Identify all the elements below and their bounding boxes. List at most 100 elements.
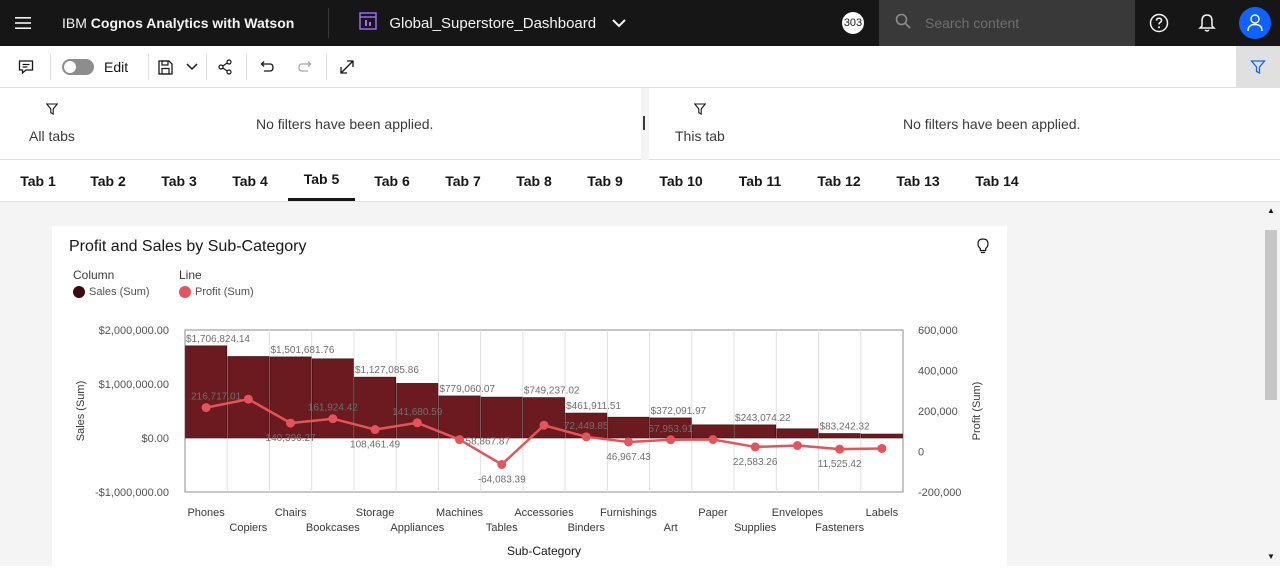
chevron-down-icon[interactable]: [612, 15, 626, 32]
sales-data-label: $1,127,085.86: [355, 365, 419, 376]
tab-9[interactable]: Tab 9: [577, 160, 633, 201]
brand-name: Cognos Analytics with Watson: [90, 15, 295, 31]
this-tab-filter-pane[interactable]: This tab No filters have been applied.: [649, 88, 1280, 160]
dashboard-tabs: Tab 1 Tab 2 Tab 3 Tab 4 Tab 5 Tab 6 Tab …: [0, 160, 1280, 202]
x-axis-category-label: Furnishings: [600, 507, 657, 519]
profit-point: [539, 420, 549, 430]
expand-icon[interactable]: [332, 46, 362, 88]
y2-axis-tick-label: 600,000: [918, 325, 958, 337]
sales-bar: [776, 428, 819, 439]
profit-point: [877, 443, 887, 453]
user-icon: [1239, 7, 1271, 39]
tab-10[interactable]: Tab 10: [650, 160, 712, 201]
x-axis-category-label: Labels: [866, 507, 899, 519]
sales-bar: [311, 358, 354, 439]
all-tabs-filter-pane[interactable]: All tabs No filters have been applied.: [0, 88, 641, 160]
tab-13[interactable]: Tab 13: [887, 160, 949, 201]
profit-data-label: 216,717.01: [191, 392, 241, 403]
dashboard-icon: [359, 12, 378, 34]
app-title: IBM Cognos Analytics with Watson: [62, 15, 294, 31]
scroll-up-arrow-icon[interactable]: ▲: [1267, 206, 1275, 215]
y2-axis-tick-label: 0: [918, 447, 924, 459]
x-axis-category-label: Phones: [187, 507, 225, 519]
notification-bell-icon[interactable]: [1184, 0, 1230, 46]
y-axis-tick-label: $1,000,000.00: [99, 379, 169, 391]
y2-axis-tick-label: 200,000: [918, 406, 958, 418]
edit-toggle[interactable]: Edit: [62, 46, 142, 88]
profit-data-label: 161,924.42: [308, 403, 358, 414]
undo-icon[interactable]: [252, 46, 280, 88]
dashboard-toolbar: Edit: [0, 46, 1280, 88]
tab-6[interactable]: Tab 6: [364, 160, 420, 201]
profit-point: [792, 441, 802, 451]
y-axis-tick-label: $0.00: [141, 433, 169, 445]
filter-icon: [45, 102, 59, 120]
dashboard-name: Global_Superstore_Dashboard: [389, 14, 597, 32]
x-axis-category-label: Chairs: [275, 507, 307, 519]
profit-point: [623, 437, 633, 447]
bottom-strip: [0, 566, 1280, 574]
search-icon: [895, 13, 911, 34]
share-icon[interactable]: [210, 46, 240, 88]
tab-1[interactable]: Tab 1: [10, 160, 66, 201]
dashboard-selector[interactable]: Global_Superstore_Dashboard: [359, 12, 626, 34]
hamburger-menu-icon[interactable]: [0, 0, 46, 46]
tab-3[interactable]: Tab 3: [151, 160, 207, 201]
sales-bar: [523, 397, 565, 439]
y2-axis-tick-label: -200,000: [918, 487, 961, 499]
sales-data-label: $372,091.97: [651, 406, 707, 417]
profit-data-label: 58,867.87: [466, 437, 511, 448]
sales-bar: [818, 433, 861, 439]
filter-pane-splitter[interactable]: [641, 88, 649, 160]
search-input[interactable]: [925, 15, 1125, 31]
tab-11[interactable]: Tab 11: [729, 160, 791, 201]
scroll-down-arrow-icon[interactable]: ▼: [1267, 552, 1275, 561]
sales-data-label: $243,074.22: [735, 413, 791, 424]
profit-point: [835, 444, 845, 454]
tab-5[interactable]: Tab 5: [288, 160, 355, 201]
help-icon[interactable]: [1136, 0, 1182, 46]
save-menu-chevron-icon[interactable]: [180, 46, 204, 88]
tab-8[interactable]: Tab 8: [506, 160, 562, 201]
profit-point: [412, 418, 422, 428]
scrollbar-thumb[interactable]: [1265, 230, 1277, 400]
header-divider: [328, 8, 330, 38]
profit-point: [455, 435, 465, 445]
redo-icon[interactable]: [292, 46, 320, 88]
profit-data-label: -64,083.39: [478, 474, 526, 485]
x-axis-category-label: Copiers: [229, 522, 267, 534]
profit-data-label: 140,396.27: [266, 433, 316, 444]
this-tab-no-filters-message: No filters have been applied.: [903, 116, 1081, 132]
profit-data-label: 141,680.59: [392, 407, 442, 418]
comment-icon[interactable]: [8, 46, 44, 88]
sales-data-label: $779,060.07: [439, 384, 495, 395]
tab-4[interactable]: Tab 4: [222, 160, 278, 201]
sales-bar: [438, 395, 481, 439]
chart-widget[interactable]: Profit and Sales by Sub-Category Column …: [52, 226, 1007, 566]
tab-2[interactable]: Tab 2: [80, 160, 136, 201]
toolbar-separator: [148, 54, 149, 80]
profit-data-label: 11,525.42: [818, 459, 862, 470]
sales-data-label: $1,501,681.76: [270, 345, 334, 356]
tab-12[interactable]: Tab 12: [808, 160, 870, 201]
edit-toggle-switch[interactable]: [62, 59, 94, 75]
x-axis-category-label: Binders: [568, 522, 606, 534]
profit-data-label: 108,461.49: [350, 440, 400, 451]
sales-bar: [860, 433, 903, 439]
search-box: [879, 0, 1135, 46]
canvas-scrollbar[interactable]: ▲ ▼: [1262, 202, 1280, 566]
profit-point: [201, 403, 211, 413]
profit-point: [497, 459, 507, 469]
notification-count-badge[interactable]: 303: [842, 12, 864, 34]
all-tabs-label: All tabs: [29, 128, 75, 144]
sales-data-label: $749,237.02: [524, 386, 580, 397]
x-axis-category-label: Appliances: [390, 522, 444, 534]
edit-label: Edit: [104, 59, 129, 75]
filter-panel-toggle-icon[interactable]: [1236, 46, 1280, 87]
tab-14[interactable]: Tab 14: [966, 160, 1028, 201]
this-tab-label: This tab: [675, 128, 725, 144]
user-avatar[interactable]: [1232, 0, 1278, 46]
save-icon[interactable]: [152, 46, 178, 88]
toolbar-separator: [206, 54, 207, 80]
tab-7[interactable]: Tab 7: [435, 160, 491, 201]
